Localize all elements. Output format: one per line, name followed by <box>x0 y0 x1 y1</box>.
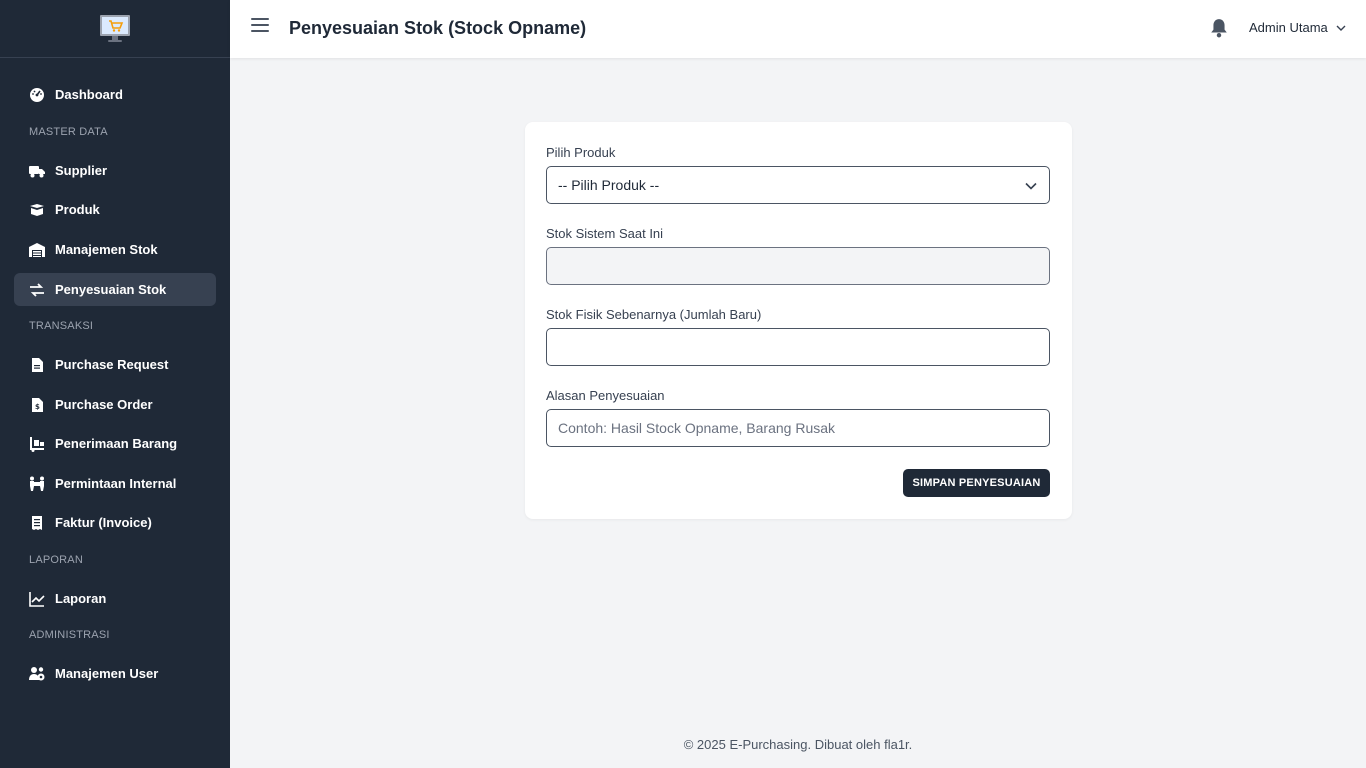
user-name: Admin Utama <box>1249 20 1328 35</box>
physical-stock-input[interactable] <box>546 328 1050 366</box>
sidebar-item-label: Purchase Request <box>55 357 169 372</box>
sidebar-item-label: Manajemen Stok <box>55 242 158 257</box>
sidebar-item-supplier[interactable]: Supplier <box>14 154 216 187</box>
system-stock-label: Stok Sistem Saat Ini <box>546 226 664 241</box>
app-logo-icon[interactable] <box>99 14 131 44</box>
svg-text:$: $ <box>35 403 40 411</box>
sidebar-item-dashboard[interactable]: Dashboard <box>14 78 216 111</box>
chart-line-icon <box>28 590 46 608</box>
product-select[interactable]: -- Pilih Produk -- <box>546 166 1050 204</box>
bell-icon[interactable] <box>1210 18 1228 38</box>
sidebar-item-label: Manajemen User <box>55 666 159 681</box>
section-laporan: LAPORAN <box>29 554 83 566</box>
sidebar-item-purchase-order[interactable]: $ Purchase Order <box>14 388 216 421</box>
sidebar-item-label: Penerimaan Barang <box>55 436 178 451</box>
gauge-icon <box>28 86 46 104</box>
receipt-icon <box>28 514 46 532</box>
file-icon <box>28 356 46 374</box>
sidebar-item-label: Dashboard <box>55 87 123 102</box>
sidebar-item-label: Penyesuaian Stok <box>55 282 167 297</box>
sidebar-item-laporan[interactable]: Laporan <box>14 582 216 615</box>
warehouse-icon <box>28 241 46 259</box>
sidebar-item-label: Faktur (Invoice) <box>55 515 152 530</box>
sidebar-item-label: Laporan <box>55 591 107 606</box>
reason-placeholder: Contoh: Hasil Stock Opname, Barang Rusak <box>558 420 836 436</box>
stock-adjustment-form: Pilih Produk -- Pilih Produk -- Stok Sis… <box>525 122 1072 519</box>
chevron-down-icon <box>1025 182 1037 190</box>
sidebar-item-permintaan-internal[interactable]: Permintaan Internal <box>14 467 216 500</box>
sidebar-item-label: Permintaan Internal <box>55 476 177 491</box>
sidebar-item-faktur[interactable]: Faktur (Invoice) <box>14 506 216 539</box>
people-carry-icon <box>28 475 46 493</box>
sidebar-item-manajemen-user[interactable]: Manajemen User <box>14 657 216 690</box>
section-administrasi: ADMINISTRASI <box>29 629 110 641</box>
users-cog-icon <box>28 665 46 683</box>
sidebar: Dashboard MASTER DATA Supplier Produk Ma… <box>0 0 230 768</box>
section-master-data: MASTER DATA <box>29 126 108 138</box>
exchange-arrows-icon <box>28 281 46 299</box>
top-header: Penyesuaian Stok (Stock Opname) Admin Ut… <box>230 0 1366 58</box>
system-stock-field <box>546 247 1050 285</box>
physical-stock-label: Stok Fisik Sebenarnya (Jumlah Baru) <box>546 307 762 322</box>
footer-copyright: © 2025 E-Purchasing. Dibuat oleh fla1r. <box>683 737 913 752</box>
sidebar-item-penerimaan-barang[interactable]: Penerimaan Barang <box>14 427 216 460</box>
dolly-icon <box>28 435 46 453</box>
truck-icon <box>28 162 46 180</box>
page-title: Penyesuaian Stok (Stock Opname) <box>289 18 587 38</box>
sidebar-item-label: Supplier <box>55 163 108 178</box>
sidebar-item-label: Purchase Order <box>55 397 153 412</box>
chevron-down-icon <box>1336 25 1346 31</box>
user-menu[interactable]: Admin Utama <box>1249 20 1346 35</box>
sidebar-item-produk[interactable]: Produk <box>14 193 216 226</box>
sidebar-item-penyesuaian-stok[interactable]: Penyesuaian Stok <box>14 273 216 306</box>
sidebar-logo-area <box>0 0 230 58</box>
product-select-value: -- Pilih Produk -- <box>558 177 660 193</box>
save-adjustment-button[interactable]: SIMPAN PENYESUAIAN <box>903 469 1050 497</box>
sidebar-item-purchase-request[interactable]: Purchase Request <box>14 348 216 381</box>
sidebar-item-manajemen-stok[interactable]: Manajemen Stok <box>14 233 216 266</box>
box-open-icon <box>28 201 46 219</box>
file-invoice-icon: $ <box>28 396 46 414</box>
reason-label: Alasan Penyesuaian <box>546 388 665 403</box>
sidebar-item-label: Produk <box>55 202 100 217</box>
product-label: Pilih Produk <box>546 145 616 160</box>
section-transaksi: TRANSAKSI <box>29 320 94 332</box>
reason-input[interactable]: Contoh: Hasil Stock Opname, Barang Rusak <box>546 409 1050 447</box>
menu-toggle-icon[interactable] <box>251 18 269 34</box>
